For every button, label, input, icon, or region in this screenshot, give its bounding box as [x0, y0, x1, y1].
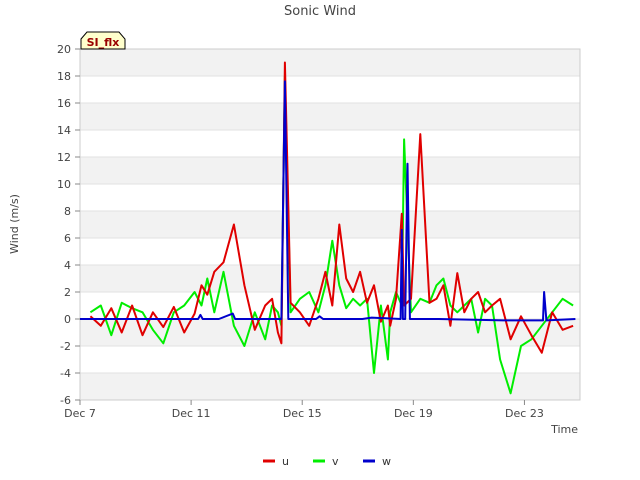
plot-band	[80, 157, 580, 184]
y-tick-label: 12	[57, 151, 71, 164]
y-tick-label: 4	[64, 259, 71, 272]
y-tick-label: 6	[64, 232, 71, 245]
badge: SI_flx	[80, 31, 126, 50]
y-tick-label: 20	[57, 43, 71, 56]
y-tick-label: 8	[64, 205, 71, 218]
sonic-wind-chart: Sonic Wind -6 -4 -2 0 2 4 6 8 10 12 14 16 18 20 Dec 7…	[8, 4, 581, 468]
plot-band	[80, 103, 580, 130]
x-axis-label: Time	[550, 423, 578, 436]
x-tick-label: Dec 19	[394, 407, 433, 420]
x-tick-label: Dec 23	[505, 407, 544, 420]
legend: u v w	[263, 455, 391, 468]
chart-title: Sonic Wind	[284, 4, 356, 19]
y-tick-label: -4	[60, 367, 71, 380]
x-tick-label: Dec 7	[64, 407, 96, 420]
plot-band	[80, 49, 580, 76]
legend-label-w: w	[382, 455, 391, 468]
y-axis-label: Wind (m/s)	[8, 194, 21, 254]
y-tick-label: 16	[57, 97, 71, 110]
y-tick-label: -6	[60, 394, 71, 407]
x-axis: Dec 7 Dec 11 Dec 15 Dec 19 Dec 23	[64, 400, 544, 420]
y-tick-label: 2	[64, 286, 71, 299]
y-tick-label: 14	[57, 124, 71, 137]
x-tick-label: Dec 15	[283, 407, 322, 420]
y-axis: -6 -4 -2 0 2 4 6 8 10 12 14 16 18 20	[57, 43, 80, 407]
y-tick-label: -2	[60, 340, 71, 353]
y-tick-label: 10	[57, 178, 71, 191]
badge-label: SI_flx	[87, 36, 120, 49]
y-tick-label: 0	[64, 313, 71, 326]
plot-bands	[80, 49, 580, 400]
legend-label-u: u	[282, 455, 289, 468]
x-tick-label: Dec 11	[172, 407, 211, 420]
y-tick-label: 18	[57, 70, 71, 83]
plot-band	[80, 211, 580, 238]
legend-label-v: v	[332, 455, 339, 468]
plot-band	[80, 265, 580, 292]
